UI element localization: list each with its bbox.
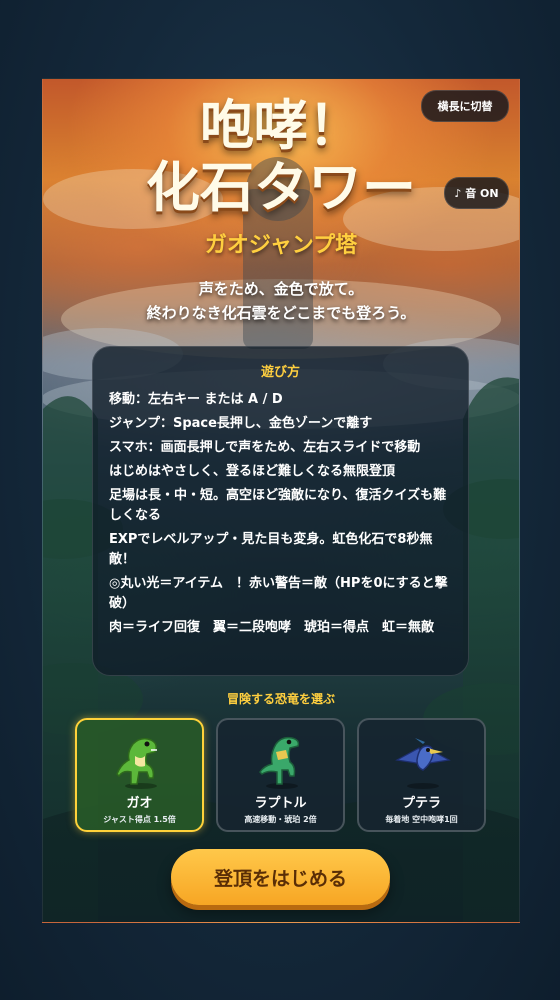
dino-card-desc: 毎着地 空中咆哮1回: [385, 815, 458, 824]
dino-card-name: プテラ: [401, 796, 441, 811]
how-to-play-panel: 遊び方 移動：左右キー または A / D ジャンプ：Space長押し、金色ゾー…: [92, 346, 469, 676]
sound-toggle-button[interactable]: ♪ 音 ON: [444, 177, 509, 209]
how-to-line: 肉＝ライフ回復 翼＝二段咆哮 琥珀＝得点 虹＝無敵: [109, 620, 435, 635]
how-to-line: ◎丸い光＝アイテム ！赤い警告＝敵（HPを0にすると撃破）: [109, 576, 448, 611]
how-to-play-title: 遊び方: [260, 365, 300, 380]
how-to-line: はじめはやさしく、登るほど難しくなる無限登頂: [109, 464, 396, 479]
pterodactyl-icon: [395, 738, 451, 789]
how-to-line: スマホ：画面長押しで声をため、左右スライドで移動: [109, 440, 421, 455]
tagline: 声をため、金色で放て。 終わりなき化石雲をどこまでも登ろう。: [43, 277, 519, 325]
dino-card-name: ラプトル: [254, 796, 307, 811]
dino-card-desc: 高速移動・琥珀 2倍: [244, 815, 317, 824]
how-to-line: EXPでレベルアップ・見た目も変身。虹色化石で8秒無敵！: [109, 532, 433, 567]
dino-card-raptor[interactable]: ラプトル 高速移動・琥珀 2倍: [216, 718, 345, 832]
dino-card-gao[interactable]: ガオ ジャスト得点 1.5倍: [75, 718, 204, 832]
dino-select-label: 冒険する恐竜を選ぶ: [226, 692, 335, 706]
how-to-line: 移動：左右キー または A / D: [109, 392, 283, 407]
how-to-line: 足場は長・中・短。高空ほど強敵になり、復活クイズも難しくなる: [109, 488, 447, 523]
landscape-toggle-button[interactable]: 横長に切替: [421, 90, 509, 122]
t-rex-icon: [116, 737, 158, 789]
start-button[interactable]: 登頂をはじめる: [171, 849, 390, 905]
dino-select-cards: ガオ ジャスト得点 1.5倍 ラプトル 高速移動・琥珀 2倍 プテラ 毎着地 空…: [75, 718, 487, 834]
dino-card-name: ガオ: [126, 796, 153, 811]
dino-card-ptera[interactable]: プテラ 毎着地 空中咆哮1回: [357, 718, 486, 832]
subtitle: ガオジャンプ塔: [204, 233, 358, 258]
tagline-line-2: 終わりなき化石雲をどこまでも登ろう。: [146, 304, 416, 322]
tagline-line-1: 声をため、金色で放て。: [198, 280, 364, 298]
game-start-screen: 横長に切替 ♪ 音 ON 咆哮！ 化石タワー ガオジャンプ塔 声をため、金色で放…: [42, 78, 520, 923]
dino-card-desc: ジャスト得点 1.5倍: [103, 815, 176, 824]
how-to-line: ジャンプ：Space長押し、金色ゾーンで離す: [109, 416, 373, 431]
raptor-icon: [259, 736, 300, 789]
